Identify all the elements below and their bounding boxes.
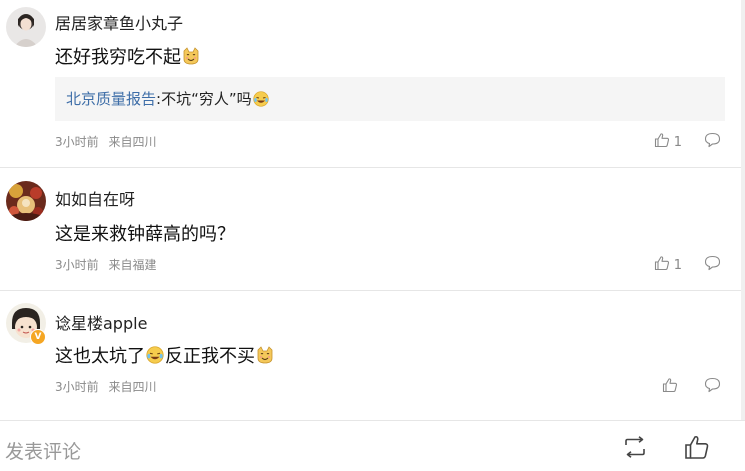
- thumbs-up-icon: [662, 377, 678, 397]
- avatar[interactable]: [6, 181, 46, 221]
- thumbs-up-icon: [654, 255, 670, 275]
- cat-smile-emoji-icon: [182, 47, 200, 65]
- comment-text: 还好我穷吃不起: [55, 43, 201, 69]
- comment-actions: 1: [654, 255, 721, 275]
- comment-actions: [662, 377, 721, 397]
- comment-bubble-icon: [704, 132, 721, 152]
- laugh-cry-emoji-icon: [146, 346, 164, 364]
- quoted-reply[interactable]: 北京质量报告 : 不坑“穷人”吗: [55, 77, 725, 121]
- comment-location: 来自福建: [108, 258, 157, 272]
- thumbs-up-icon: [684, 435, 710, 464]
- comment-meta: 3小时前 来自福建: [55, 256, 156, 273]
- cat-smile-emoji-icon: [256, 346, 274, 364]
- comment-location: 来自四川: [108, 135, 157, 149]
- reply-text: 不坑“穷人”吗: [161, 90, 252, 108]
- comment-text-body: 还好我穷吃不起: [55, 47, 181, 68]
- thumbs-up-icon: [654, 132, 670, 152]
- comment-text: 这是来救钟薛高的吗？: [55, 224, 235, 245]
- reply-button[interactable]: [704, 255, 721, 275]
- like-button[interactable]: 1: [654, 132, 686, 152]
- comment-location: 来自四川: [108, 380, 157, 394]
- reply-button[interactable]: [704, 132, 721, 152]
- verified-badge-icon: V: [30, 329, 46, 345]
- comment-meta: 3小时前 来自四川: [55, 378, 156, 395]
- like-count: 1: [673, 257, 682, 273]
- comment-input[interactable]: 发表评论: [5, 437, 81, 464]
- comment-username[interactable]: 如如自在呀: [55, 186, 135, 210]
- scrollbar[interactable]: [741, 0, 745, 420]
- comment-text-part2: 反正我不买: [165, 346, 255, 367]
- comment-item: 如如自在呀 这是来救钟薛高的吗？ 3小时前 来自福建 1: [0, 168, 741, 290]
- comment-footer-bar: 发表评论: [0, 420, 745, 471]
- comment-bubble-icon: [704, 377, 721, 397]
- comment-item: 居居家章鱼小丸子 还好我穷吃不起 北京质量报告 : 不坑“穷人”吗 3小时前 来…: [0, 0, 741, 168]
- comment-username[interactable]: 居居家章鱼小丸子: [55, 10, 183, 34]
- comment-item: V 谂星楼apple 这也太坑了 反正我不买 3小时前 来自四川: [0, 291, 741, 419]
- laugh-cry-emoji-icon: [252, 91, 269, 107]
- like-post-button[interactable]: [684, 434, 710, 464]
- comment-username[interactable]: 谂星楼apple: [55, 310, 147, 334]
- comment-actions: 1: [654, 132, 721, 152]
- comment-time: 3小时前: [55, 135, 99, 149]
- comment-bubble-icon: [704, 255, 721, 275]
- comment-meta: 3小时前 来自四川: [55, 133, 156, 150]
- like-count: 1: [673, 134, 682, 150]
- avatar[interactable]: [6, 7, 46, 47]
- reply-username[interactable]: 北京质量报告: [66, 77, 156, 121]
- comment-time: 3小时前: [55, 380, 99, 394]
- repost-button[interactable]: [622, 436, 648, 462]
- repost-icon: [622, 436, 648, 462]
- like-button[interactable]: 1: [654, 255, 686, 275]
- like-button[interactable]: [662, 377, 686, 397]
- comment-page: 居居家章鱼小丸子 还好我穷吃不起 北京质量报告 : 不坑“穷人”吗 3小时前 来…: [0, 0, 745, 471]
- comment-text-part1: 这也太坑了: [55, 346, 145, 367]
- comment-time: 3小时前: [55, 258, 99, 272]
- comment-text: 这也太坑了 反正我不买: [55, 342, 275, 368]
- reply-button[interactable]: [704, 377, 721, 397]
